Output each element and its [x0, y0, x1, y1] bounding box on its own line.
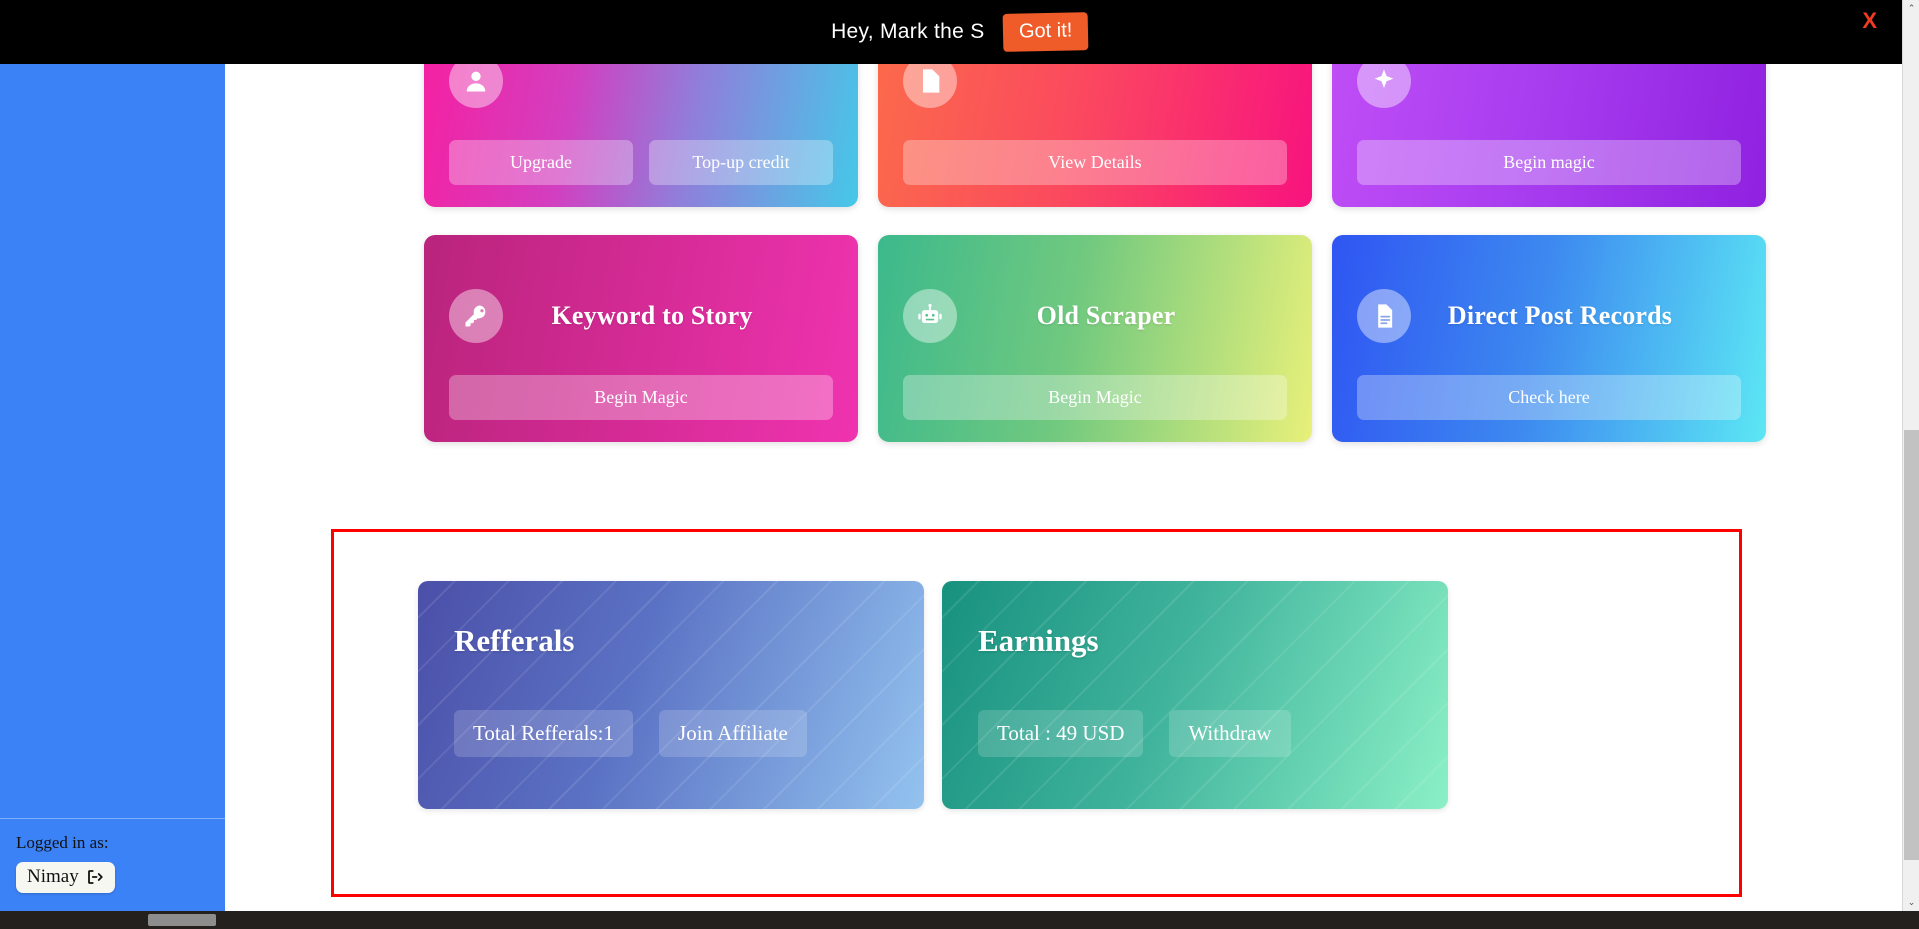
stat-card-earnings: Earnings Total : 49 USD Withdraw [942, 581, 1448, 809]
announcement-banner: Hey, Mark the S Got it! X [0, 0, 1919, 64]
check-here-button[interactable]: Check here [1357, 375, 1741, 420]
feature-card-row-1: Upgrade Top-up credit View Details Begin… [424, 64, 1766, 207]
vertical-scrollbar-thumb[interactable] [1904, 430, 1919, 860]
topup-credit-button[interactable]: Top-up credit [649, 140, 833, 185]
begin-magic-button[interactable]: Begin Magic [903, 375, 1287, 420]
document-icon [1357, 289, 1411, 343]
card-head [449, 64, 833, 140]
file-icon [903, 64, 957, 108]
earnings-title: Earnings [978, 623, 1099, 658]
card-button-row: Check here [1357, 375, 1741, 420]
got-it-button[interactable]: Got it! [1002, 12, 1089, 52]
view-details-button[interactable]: View Details [903, 140, 1287, 185]
refferals-title: Refferals [454, 623, 575, 658]
horizontal-scrollbar[interactable] [0, 911, 1919, 929]
stat-card-row: Refferals Total Refferals:1 Join Affilia… [418, 581, 1448, 809]
stat-card-refferals: Refferals Total Refferals:1 Join Affilia… [418, 581, 924, 809]
close-icon[interactable]: X [1862, 10, 1877, 32]
vertical-scrollbar[interactable]: ⌃ ⌄ [1902, 0, 1919, 911]
feature-card-keyword-to-story[interactable]: Keyword to Story Begin Magic [424, 235, 858, 442]
refferals-button-row: Total Refferals:1 Join Affiliate [454, 710, 888, 757]
logout-icon [86, 868, 104, 886]
upgrade-button[interactable]: Upgrade [449, 140, 633, 185]
robot-icon [903, 289, 957, 343]
card-button-row: Begin Magic [903, 375, 1287, 420]
card-title: Direct Post Records [1447, 301, 1673, 330]
card-button-row: Begin magic [1357, 140, 1741, 185]
sparkle-icon [1357, 64, 1411, 108]
card-button-row: Begin Magic [449, 375, 833, 420]
card-head [1357, 64, 1741, 140]
sidebar-footer: Logged in as: Nimay [0, 818, 225, 893]
card-head: Old Scraper [903, 257, 1287, 375]
earnings-button-row: Total : 49 USD Withdraw [978, 710, 1412, 757]
app-root: Logged in as: Nimay Upgrade Top-up credi… [0, 0, 1919, 929]
card-head: Keyword to Story [449, 257, 833, 375]
card-title: Old Scraper [1036, 301, 1176, 330]
feature-card-details[interactable]: View Details [878, 64, 1312, 207]
user-logout-button[interactable]: Nimay [16, 862, 115, 893]
key-icon [449, 289, 503, 343]
join-affiliate-button[interactable]: Join Affiliate [659, 710, 807, 757]
feature-card-magic[interactable]: Begin magic [1332, 64, 1766, 207]
card-head: Direct Post Records [1357, 257, 1741, 375]
sidebar: Logged in as: Nimay [0, 64, 225, 911]
affiliate-highlight-box: Refferals Total Refferals:1 Join Affilia… [331, 529, 1742, 897]
begin-magic-button[interactable]: Begin Magic [449, 375, 833, 420]
card-button-row: Upgrade Top-up credit [449, 140, 833, 185]
feature-card-row-2: Keyword to Story Begin Magic Old Scraper… [424, 235, 1766, 442]
withdraw-button[interactable]: Withdraw [1169, 710, 1291, 757]
banner-message: Hey, Mark the S [831, 20, 985, 43]
scroll-up-icon[interactable]: ⌃ [1903, 0, 1919, 17]
username-label: Nimay [27, 866, 79, 888]
feature-card-direct-post-records[interactable]: Direct Post Records Check here [1332, 235, 1766, 442]
begin-magic-button[interactable]: Begin magic [1357, 140, 1741, 185]
total-earnings-value[interactable]: Total : 49 USD [978, 710, 1144, 757]
card-title: Keyword to Story [551, 301, 753, 330]
card-head [903, 64, 1287, 140]
scroll-down-icon[interactable]: ⌄ [1903, 894, 1919, 911]
total-refferals-value[interactable]: Total Refferals:1 [454, 710, 634, 757]
card-button-row: View Details [903, 140, 1287, 185]
main-content: Upgrade Top-up credit View Details Begin… [225, 64, 1903, 911]
logged-in-label: Logged in as: [16, 833, 109, 853]
feature-card-account[interactable]: Upgrade Top-up credit [424, 64, 858, 207]
horizontal-scrollbar-thumb[interactable] [148, 914, 216, 926]
feature-card-old-scraper[interactable]: Old Scraper Begin Magic [878, 235, 1312, 442]
user-circle-icon [449, 64, 503, 108]
